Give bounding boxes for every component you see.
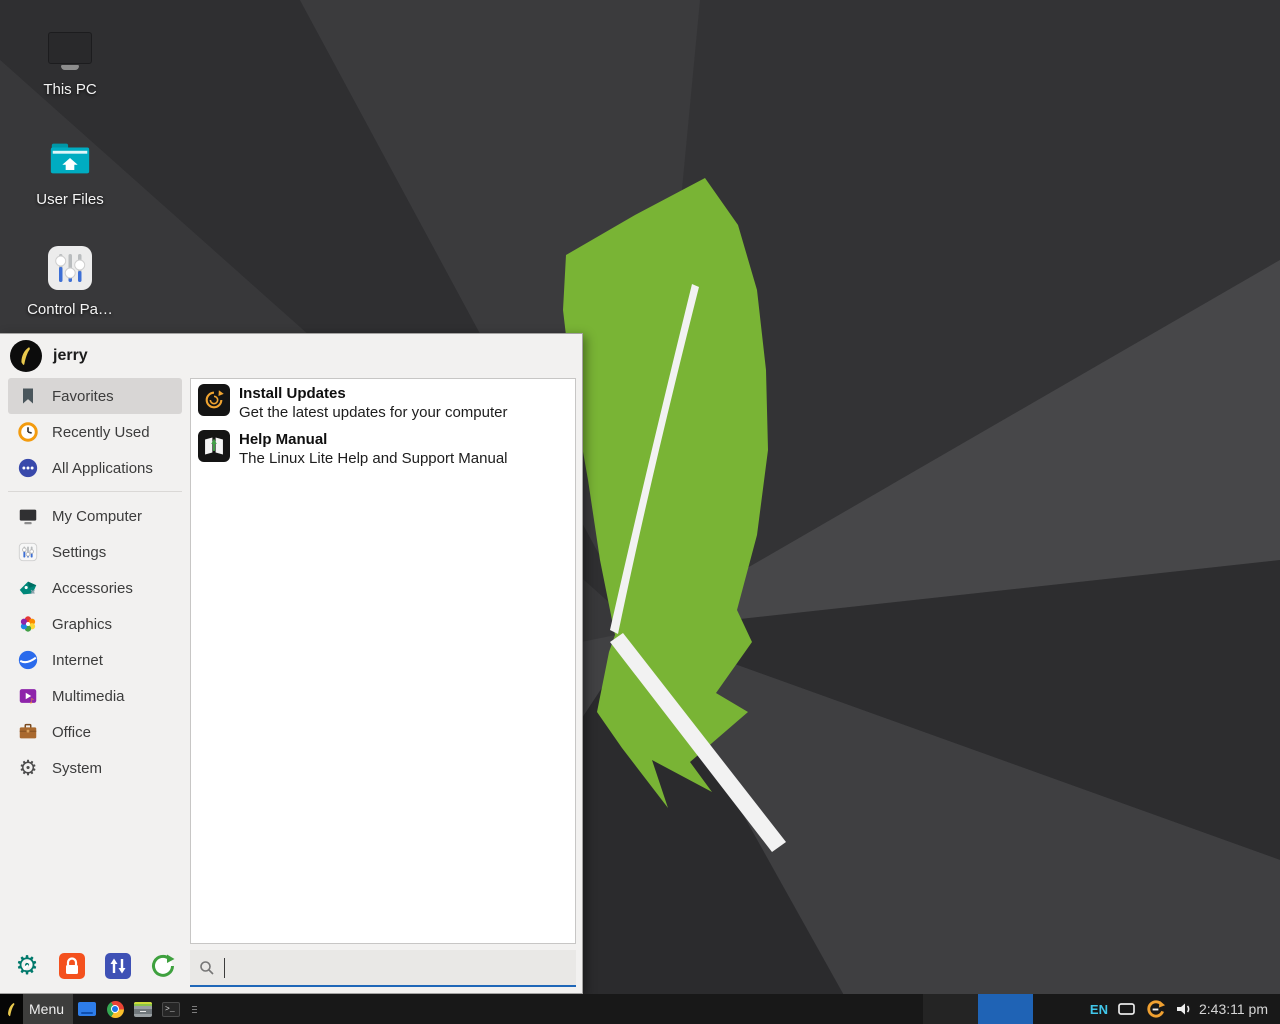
chrome-launcher[interactable] [101,994,129,1024]
text-cursor [224,958,225,978]
lock-screen-icon [59,953,85,979]
whisker-menu: jerry Favorites Recently Used [0,333,583,994]
workspace-2[interactable] [978,994,1033,1024]
workspace-1[interactable] [923,994,978,1024]
menu-app-list: Install Updates Get the latest updates f… [190,378,576,944]
office-briefcase-icon [16,720,40,744]
all-apps-icon [16,456,40,480]
control-panel-icon [46,244,94,292]
app-item-subtitle: Get the latest updates for your computer [239,403,507,422]
app-item-subtitle: The Linux Lite Help and Support Manual [239,449,508,468]
desktop-icon-label: Control Pa… [15,301,125,318]
sidebar-item-graphics[interactable]: Graphics [8,606,182,642]
system-gear-icon: ⚙ [16,756,40,780]
sidebar-item-label: Recently Used [52,424,150,441]
lock-screen-button[interactable] [59,953,85,979]
menu-search-field[interactable] [190,950,576,987]
taskbar-menu-button[interactable]: Menu [0,994,73,1024]
desktop-icon-label: User Files [15,191,125,208]
sidebar-item-accessories[interactable]: Accessories [8,570,182,606]
sidebar-item-system[interactable]: ⚙ System [8,750,182,786]
menu-sidebar: Favorites Recently Used All Applications [0,378,190,939]
switch-user-icon [105,953,131,979]
menu-header: jerry [0,334,582,378]
clock-icon [16,420,40,444]
sidebar-item-label: Favorites [52,388,114,405]
desktop-root: { "desktop": { "icons": [ { "label": "Th… [0,0,1280,1024]
window-list-handle[interactable] [188,994,200,1024]
sidebar-item-label: Accessories [52,580,133,597]
app-item-install-updates[interactable]: Install Updates Get the latest updates f… [191,379,575,425]
sidebar-item-label: System [52,760,102,777]
home-folder-icon [46,134,94,182]
blue-window-icon [78,1002,96,1016]
sidebar-item-label: Office [52,724,91,741]
log-out-button[interactable] [150,953,176,979]
sidebar-item-label: All Applications [52,460,153,477]
install-updates-icon [198,384,230,416]
sidebar-item-multimedia[interactable]: ♪ Multimedia [8,678,182,714]
terminal-launcher[interactable]: >_ [157,994,185,1024]
computer-icon [46,24,94,72]
svg-text:♪: ♪ [29,696,34,705]
sidebar-separator [8,491,182,492]
sidebar-item-label: Multimedia [52,688,125,705]
sidebar-item-office[interactable]: Office [8,714,182,750]
username: jerry [53,347,88,365]
settings-manager-button[interactable]: ⚙ [14,953,40,979]
sidebar-item-all-applications[interactable]: All Applications [8,450,182,486]
graphics-icon [16,612,40,636]
sidebar-item-settings[interactable]: Settings [8,534,182,570]
computer-icon [16,504,40,528]
switch-user-button[interactable] [105,953,131,979]
volume-icon[interactable] [1175,1000,1193,1018]
menu-action-buttons: ⚙ [0,947,190,985]
search-icon [199,960,215,976]
linux-lite-feather-icon [16,346,36,366]
sidebar-item-favorites[interactable]: Favorites [8,378,182,414]
desktop-icon-user-files[interactable]: User Files [15,134,125,208]
updates-tray-icon[interactable] [1145,999,1166,1020]
wrench-icon [21,960,33,972]
settings-sliders-icon [16,540,40,564]
file-manager-launcher[interactable] [129,994,157,1024]
taskbar: Menu >_ EN [0,994,1280,1024]
terminal-icon: >_ [162,1002,180,1017]
log-out-icon [150,953,176,979]
workspace-pager [923,994,1033,1024]
show-desktop-button[interactable] [73,994,101,1024]
sidebar-item-internet[interactable]: Internet [8,642,182,678]
sidebar-item-label: Settings [52,544,106,561]
sidebar-item-label: Graphics [52,616,112,633]
sidebar-item-label: My Computer [52,508,142,525]
internet-globe-icon [16,648,40,672]
bookmark-icon [16,384,40,408]
taskbar-clock[interactable]: 2:43:11 pm [1193,1001,1280,1017]
desktop-icon-label: This PC [15,81,125,98]
chrome-icon [107,1001,124,1018]
linux-lite-feather-icon [0,994,23,1024]
user-avatar[interactable] [10,340,42,372]
sidebar-item-my-computer[interactable]: My Computer [8,498,182,534]
desktop-icon-this-pc[interactable]: This PC [15,24,125,98]
help-manual-icon [198,430,230,462]
app-item-help-manual[interactable]: Help Manual The Linux Lite Help and Supp… [191,425,575,471]
menu-button-label: Menu [23,1001,73,1017]
system-tray: EN [1033,999,1193,1020]
file-cabinet-icon [134,1002,152,1017]
keyboard-layout-indicator[interactable]: EN [1090,1002,1108,1017]
display-icon[interactable] [1117,1000,1136,1018]
app-item-title: Help Manual [239,430,508,449]
accessories-icon [16,576,40,600]
app-item-title: Install Updates [239,384,507,403]
desktop-icon-control-panel[interactable]: Control Pa… [15,244,125,318]
sidebar-item-label: Internet [52,652,103,669]
multimedia-icon: ♪ [16,684,40,708]
sidebar-item-recently-used[interactable]: Recently Used [8,414,182,450]
